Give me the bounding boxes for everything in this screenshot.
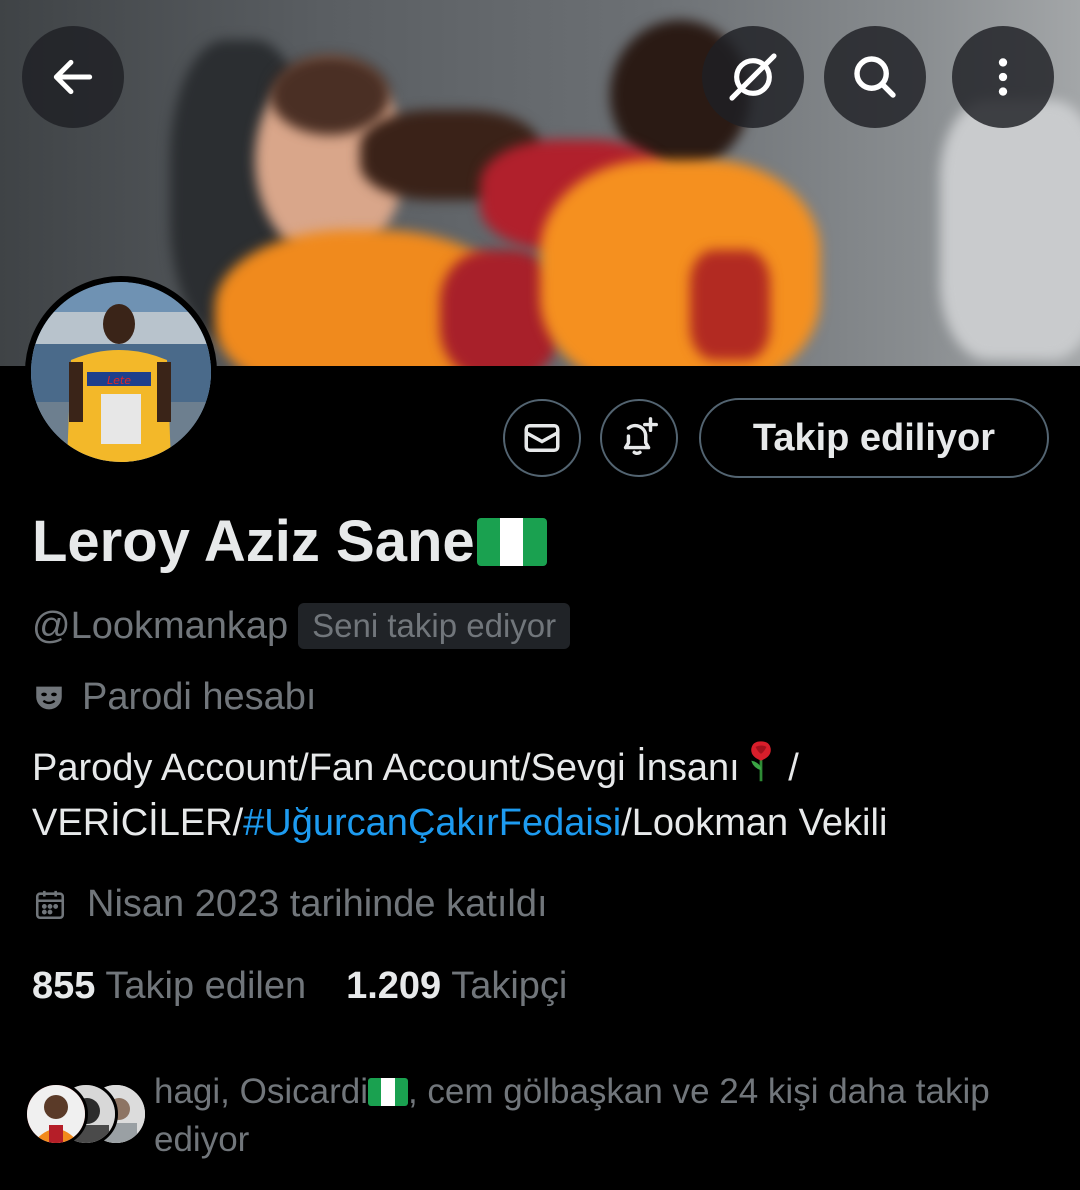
- profile-bio: Parody Account/Fan Account/Sevgi İnsanı …: [32, 740, 1052, 851]
- handle-row: @Lookmankap Seni takip ediyor: [32, 603, 571, 649]
- followed-by-text: hagi, Osicardi, cem gölbaşkan ve 24 kişi…: [154, 1068, 1054, 1164]
- search-icon: [854, 56, 896, 98]
- parody-label: Parodi hesabı: [82, 676, 317, 718]
- avatar: [24, 1082, 88, 1146]
- join-date-row: Nisan 2023 tarihinde katıldı: [33, 883, 548, 926]
- search-button[interactable]: [824, 26, 926, 128]
- following-stat-link[interactable]: 855 Takip edilen: [32, 965, 306, 1008]
- nigeria-flag-icon: [367, 1078, 408, 1106]
- bell-plus-icon: [623, 417, 658, 456]
- join-date: Nisan 2023 tarihinde katıldı: [87, 883, 548, 925]
- profile-name: Leroy Aziz Sane: [32, 509, 475, 574]
- follow-stats: 855 Takip edilen 1.209 Takipçi: [32, 965, 567, 1008]
- followers-label: Takipçi: [451, 965, 568, 1007]
- avatar-photo: Lete: [31, 282, 211, 462]
- following-label: Takip edilen: [105, 965, 307, 1007]
- profile-avatar[interactable]: Lete: [25, 276, 217, 468]
- profile-handle: @Lookmankap: [32, 604, 289, 647]
- bio-hashtag-link[interactable]: #UğurcanÇakırFedaisi: [243, 802, 621, 844]
- followed-by-names: hagi, Osicardi: [154, 1072, 368, 1111]
- followers-count: 1.209: [346, 965, 442, 1007]
- follows-you-badge: Seni takip ediyor: [298, 603, 571, 649]
- more-button[interactable]: [952, 26, 1054, 128]
- nigeria-flag-icon: [476, 517, 547, 566]
- bio-text: /Lookman Vekili: [621, 802, 888, 844]
- bio-text: Parody Account/Fan Account/Sevgi İnsanı: [32, 747, 740, 789]
- theater-mask-icon: [36, 686, 62, 709]
- followed-by-avatars: [24, 1082, 150, 1146]
- grok-button[interactable]: [702, 26, 804, 128]
- notify-button[interactable]: [600, 399, 678, 477]
- svg-text:Lete: Lete: [107, 374, 131, 387]
- bio-text: /: [777, 747, 799, 789]
- following-count: 855: [32, 965, 96, 1007]
- following-button[interactable]: Takip ediliyor: [699, 398, 1049, 478]
- back-button[interactable]: [22, 26, 124, 128]
- parody-label-row[interactable]: Parodi hesabı: [32, 676, 317, 719]
- envelope-icon: [524, 424, 560, 452]
- message-button[interactable]: [503, 399, 581, 477]
- calendar-icon: [35, 890, 65, 919]
- bio-text: VERİCİLER/: [32, 802, 244, 844]
- profile-name-row: Leroy Aziz Sane: [32, 508, 547, 575]
- followers-stat-link[interactable]: 1.209 Takipçi: [346, 965, 567, 1008]
- rose-icon: [750, 741, 771, 782]
- arrow-left-icon: [53, 59, 93, 95]
- more-vertical-icon: [998, 58, 1008, 96]
- grok-icon: [729, 53, 777, 101]
